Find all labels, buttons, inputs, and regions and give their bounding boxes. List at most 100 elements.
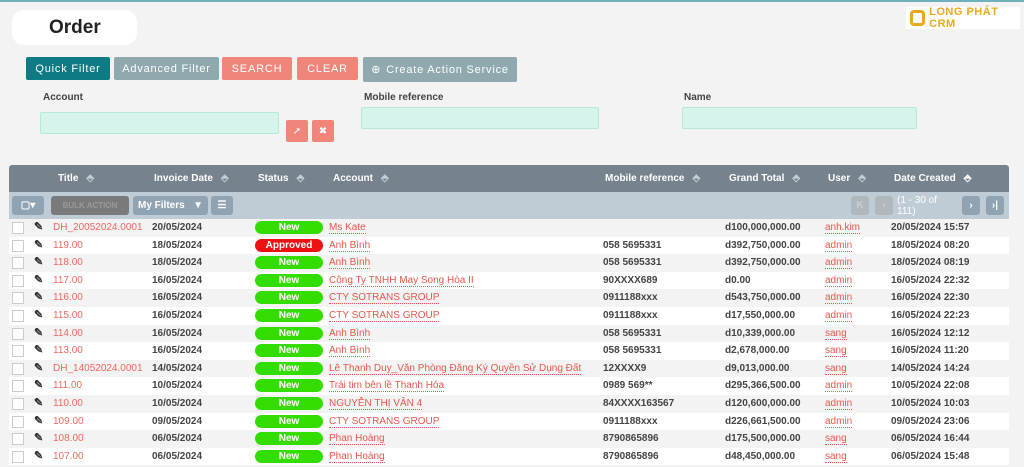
row-checkbox[interactable]	[12, 292, 24, 305]
create-action-service-button[interactable]: ⊕ Create Action Service	[363, 57, 517, 82]
edit-pencil-icon[interactable]: ✎	[34, 361, 43, 374]
account-link[interactable]: CTY SOTRANS GROUP	[329, 416, 440, 428]
row-checkbox[interactable]	[12, 239, 24, 252]
order-title-link[interactable]: 117.00	[53, 275, 83, 286]
bulk-action-button[interactable]: BULK ACTION	[51, 196, 129, 215]
column-invoice-date[interactable]: Invoice Date ⬘	[154, 173, 229, 184]
mobile-reference-input[interactable]	[361, 107, 599, 129]
order-title-link[interactable]: 113.00	[53, 345, 83, 356]
row-checkbox[interactable]	[12, 257, 24, 270]
grand-total: d9,013,000.00	[725, 362, 790, 374]
edit-pencil-icon[interactable]: ✎	[34, 396, 43, 409]
user-link[interactable]: sang	[825, 363, 847, 375]
row-checkbox[interactable]	[12, 415, 24, 428]
clear-button[interactable]: CLEAR	[297, 57, 358, 80]
advanced-filter-tab[interactable]: Advanced Filter	[114, 57, 219, 80]
order-title-link[interactable]: 115.00	[53, 310, 83, 321]
order-title-link[interactable]: 108.00	[53, 433, 84, 444]
edit-pencil-icon[interactable]: ✎	[34, 431, 43, 444]
column-grand-total[interactable]: Grand Total ⬘	[729, 173, 800, 184]
order-title-link[interactable]: 107.00	[53, 451, 84, 462]
order-title-link[interactable]: 110.00	[53, 398, 83, 409]
order-title-link[interactable]: 114.00	[53, 328, 83, 339]
next-page-button[interactable]: ›	[962, 196, 980, 215]
account-link[interactable]: Anh Bình	[329, 240, 371, 252]
edit-pencil-icon[interactable]: ✎	[34, 343, 43, 356]
name-input[interactable]	[682, 107, 917, 129]
order-title-link[interactable]: DH_20052024.0001	[53, 222, 143, 233]
user-link[interactable]: admin	[825, 310, 853, 322]
user-link[interactable]: admin	[825, 275, 853, 287]
user-link[interactable]: admin	[825, 416, 853, 428]
order-title-link[interactable]: 109.00	[53, 416, 84, 427]
edit-pencil-icon[interactable]: ✎	[34, 290, 43, 303]
column-mobile-reference[interactable]: Mobile reference ⬘	[605, 173, 700, 184]
user-link[interactable]: sang	[825, 451, 847, 463]
column-user[interactable]: User ⬘	[828, 173, 866, 184]
status-badge: New	[255, 256, 323, 270]
column-date-created[interactable]: Date Created ⬘	[894, 173, 971, 184]
prev-page-button[interactable]: ‹	[875, 196, 893, 215]
user-link[interactable]: admin	[825, 257, 853, 270]
edit-pencil-icon[interactable]: ✎	[34, 308, 43, 321]
account-link[interactable]: CTY SOTRANS GROUP	[329, 310, 440, 322]
user-link[interactable]: admin	[825, 398, 853, 410]
row-checkbox[interactable]	[12, 327, 24, 340]
row-checkbox[interactable]	[12, 450, 24, 463]
account-link[interactable]: Công Ty TNHH May Song Hòa II	[329, 275, 474, 287]
edit-pencil-icon[interactable]: ✎	[34, 273, 43, 286]
column-chooser-button[interactable]: ☰	[211, 196, 233, 215]
row-checkbox[interactable]	[12, 345, 24, 358]
last-page-button[interactable]: ›|	[986, 196, 1004, 215]
row-checkbox[interactable]	[12, 309, 24, 322]
clear-account-button[interactable]: ✖	[312, 120, 334, 142]
user-link[interactable]: sang	[825, 433, 847, 446]
edit-pencil-icon[interactable]: ✎	[34, 326, 43, 339]
account-link[interactable]: Trái tim bên lề Thanh Hóa	[329, 380, 445, 393]
edit-pencil-icon[interactable]: ✎	[34, 255, 43, 268]
order-title-link[interactable]: 116.00	[53, 292, 83, 303]
edit-pencil-icon[interactable]: ✎	[34, 449, 43, 462]
select-all-dropdown[interactable]: ▢▾	[12, 196, 44, 215]
order-title-link[interactable]: DH_14052024.0001	[53, 363, 143, 374]
account-link[interactable]: NGUYỄN THỊ VÂN 4	[329, 398, 423, 410]
user-link[interactable]: admin	[825, 380, 853, 393]
order-title-link[interactable]: 119.00	[53, 240, 83, 251]
order-title-link[interactable]: 118.00	[53, 257, 83, 268]
select-account-button[interactable]: ➚	[286, 120, 308, 142]
account-link[interactable]: Anh Bình	[329, 328, 371, 340]
user-link[interactable]: sang	[825, 328, 847, 340]
account-link[interactable]: Phan Hoàng	[329, 433, 385, 446]
first-page-button[interactable]: K	[851, 196, 869, 215]
search-button[interactable]: SEARCH	[222, 57, 292, 80]
quick-filter-tab[interactable]: Quick Filter	[26, 57, 110, 80]
my-filters-dropdown[interactable]: My Filters ▼	[133, 196, 208, 215]
user-link[interactable]: admin	[825, 240, 853, 252]
account-input[interactable]	[40, 112, 279, 134]
account-link[interactable]: Lê Thanh Duy_Văn Phòng Đăng Ký Quyền Sử …	[329, 363, 582, 375]
edit-pencil-icon[interactable]: ✎	[34, 220, 43, 233]
row-checkbox[interactable]	[12, 274, 24, 287]
user-link[interactable]: admin	[825, 292, 853, 305]
user-link[interactable]: sang	[825, 345, 847, 358]
edit-pencil-icon[interactable]: ✎	[34, 238, 43, 251]
edit-pencil-icon[interactable]: ✎	[34, 378, 43, 391]
row-checkbox[interactable]	[12, 380, 24, 393]
column-title[interactable]: Title ⬘	[58, 173, 94, 184]
row-checkbox[interactable]	[12, 397, 24, 410]
order-title-link[interactable]: 111.00	[53, 380, 82, 391]
account-link[interactable]: CTY SOTRANS GROUP	[329, 292, 440, 305]
row-checkbox[interactable]	[12, 433, 24, 446]
column-account[interactable]: Account ⬘	[333, 173, 389, 184]
account-link[interactable]: Anh Bình	[329, 257, 371, 270]
column-status[interactable]: Status ⬘	[258, 173, 304, 184]
account-link[interactable]: Anh Bình	[329, 345, 371, 358]
edit-pencil-icon[interactable]: ✎	[34, 414, 43, 427]
sort-icon: ⬘	[692, 173, 701, 184]
account-link[interactable]: Ms Kate	[329, 222, 366, 234]
row-checkbox[interactable]	[12, 222, 24, 234]
row-checkbox[interactable]	[12, 362, 24, 375]
account-link[interactable]: Phan Hoàng	[329, 451, 385, 463]
account-label: Account	[43, 92, 83, 103]
user-link[interactable]: anh.kim	[825, 222, 861, 234]
